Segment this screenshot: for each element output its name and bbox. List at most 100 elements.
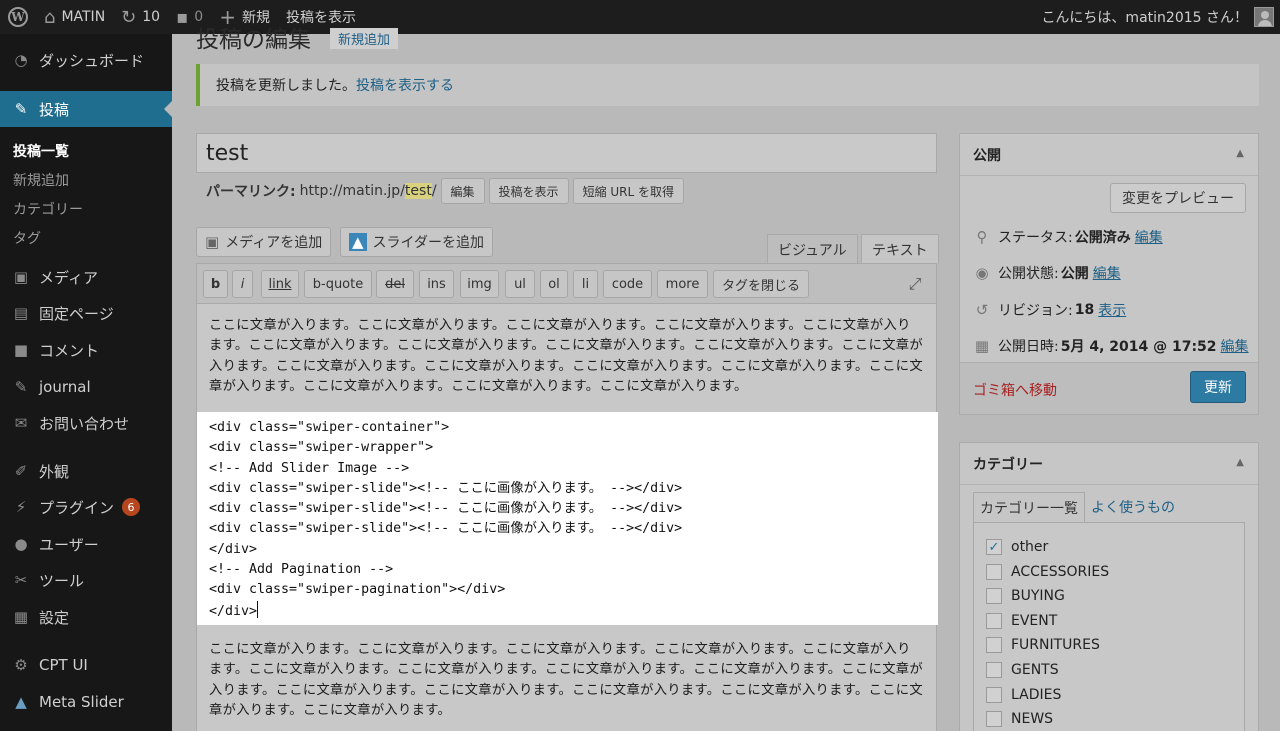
sidebar-item-posts[interactable]: ✎ 投稿 bbox=[0, 91, 172, 127]
site-name: MATIN bbox=[61, 9, 106, 25]
sidebar-item-settings[interactable]: ▦ 設定 bbox=[0, 599, 172, 635]
category-checklist: ✓ other ACCESSORIES BUYING EVENT FURNITUR… bbox=[973, 522, 1245, 731]
tab-most-used[interactable]: よく使うもの bbox=[1085, 492, 1181, 522]
qt-ins-button[interactable]: ins bbox=[419, 270, 454, 298]
qt-ul-button[interactable]: ul bbox=[505, 270, 535, 298]
category-item[interactable]: ✓ other bbox=[986, 537, 1048, 557]
sidebar-item-label: 設定 bbox=[39, 608, 70, 627]
qt-ol-button[interactable]: ol bbox=[540, 270, 568, 298]
add-new-button[interactable]: 新規追加 bbox=[330, 28, 399, 49]
submenu-categories[interactable]: カテゴリー bbox=[13, 199, 83, 219]
view-post-button[interactable]: 投稿を表示 bbox=[488, 178, 569, 204]
checkbox-checked[interactable]: ✓ bbox=[986, 539, 1002, 555]
sidebar-item-journal[interactable]: ✎ journal bbox=[0, 369, 172, 405]
add-media-label: メディアを追加 bbox=[225, 235, 323, 251]
checkbox[interactable] bbox=[986, 711, 1002, 727]
sidebar-item-pages[interactable]: ▤ 固定ページ bbox=[0, 295, 172, 331]
wp-logo-menu[interactable]: W bbox=[0, 0, 36, 34]
publish-box-header[interactable]: 公開 ▲ bbox=[960, 134, 1258, 176]
submenu-tags[interactable]: タグ bbox=[13, 228, 41, 248]
sidebar-item-label: 固定ページ bbox=[39, 304, 114, 323]
category-item[interactable]: BUYING bbox=[986, 586, 1065, 606]
sidebar-item-users[interactable]: ● ユーザー bbox=[0, 526, 172, 562]
move-to-trash-link[interactable]: ゴミ箱へ移動 bbox=[973, 380, 1057, 400]
checkbox[interactable] bbox=[986, 687, 1002, 703]
media-icon: ▣ bbox=[205, 233, 220, 251]
updates-count: 10 bbox=[142, 9, 161, 25]
sidebar-item-label: ツール bbox=[39, 571, 85, 590]
categories-box-header[interactable]: カテゴリー ▲ bbox=[960, 443, 1258, 485]
sidebar-item-tools[interactable]: ✂ ツール bbox=[0, 562, 172, 598]
qt-italic-button[interactable]: i bbox=[232, 270, 253, 298]
edit-permalink-button[interactable]: 編集 bbox=[440, 178, 485, 204]
updates-menu[interactable]: ↻ 10 bbox=[113, 0, 168, 34]
view-post-link[interactable]: 投稿を表示する bbox=[356, 75, 454, 95]
revisions-row: ↺ リビジョン: 18 表示 bbox=[972, 300, 1127, 320]
browse-revisions-link[interactable]: 表示 bbox=[1098, 300, 1126, 320]
checkbox[interactable] bbox=[986, 588, 1002, 604]
permalink-slug[interactable]: test bbox=[404, 183, 432, 199]
add-media-button[interactable]: ▣ メディアを追加 bbox=[196, 227, 332, 257]
add-slider-button[interactable]: ▲ スライダーを追加 bbox=[340, 227, 493, 257]
revisions-value: 18 bbox=[1074, 302, 1095, 318]
qt-more-button[interactable]: more bbox=[657, 270, 708, 298]
fullscreen-icon[interactable]: ⤢ bbox=[906, 274, 924, 293]
checkbox[interactable] bbox=[986, 662, 1002, 678]
qt-li-button[interactable]: li bbox=[573, 270, 598, 298]
update-button[interactable]: 更新 bbox=[1190, 371, 1246, 403]
calendar-icon: ▦ bbox=[974, 337, 990, 355]
category-item[interactable]: EVENT bbox=[986, 611, 1057, 631]
category-item[interactable]: FURNITURES bbox=[986, 635, 1100, 655]
avatar bbox=[1254, 7, 1274, 27]
checkbox[interactable] bbox=[986, 564, 1002, 580]
qt-code-button[interactable]: code bbox=[603, 270, 652, 298]
qt-blockquote-button[interactable]: b-quote bbox=[304, 270, 372, 298]
category-label: FURNITURES bbox=[1011, 637, 1100, 653]
code-line-text: </div> bbox=[209, 603, 258, 619]
edit-visibility-link[interactable]: 編集 bbox=[1093, 263, 1121, 283]
comment-icon: ▪ bbox=[176, 6, 189, 28]
content-textarea[interactable]: ここに文章が入ります。ここに文章が入ります。ここに文章が入ります。ここに文章が入… bbox=[196, 303, 938, 731]
collapse-arrow-icon[interactable]: ▲ bbox=[1236, 148, 1244, 159]
sidebar-item-cpt-ui[interactable]: ⚙ CPT UI bbox=[0, 647, 172, 683]
sidebar-item-plugins[interactable]: ⚡ プラグイン 6 bbox=[0, 489, 172, 525]
categories-box-title: カテゴリー bbox=[973, 456, 1043, 473]
category-item[interactable]: NEWS bbox=[986, 709, 1053, 729]
category-item[interactable]: GENTS bbox=[986, 660, 1059, 680]
sidebar-item-contact[interactable]: ✉ お問い合わせ bbox=[0, 405, 172, 441]
submenu-all-posts[interactable]: 投稿一覧 bbox=[13, 141, 69, 161]
preview-changes-button[interactable]: 変更をプレビュー bbox=[1110, 183, 1246, 213]
user-icon: ● bbox=[14, 535, 28, 553]
collapse-arrow-icon[interactable]: ▲ bbox=[1236, 457, 1244, 468]
qt-img-button[interactable]: img bbox=[460, 270, 499, 298]
qt-close-tags-button[interactable]: タグを閉じる bbox=[713, 270, 809, 298]
qt-del-button[interactable]: del bbox=[376, 270, 414, 298]
visibility-row: ◉ 公開状態: 公開 編集 bbox=[972, 263, 1121, 283]
publish-date-row: ▦ 公開日時: 5月 4, 2014 @ 17:52 編集 bbox=[972, 336, 1249, 356]
category-item[interactable]: LADIES bbox=[986, 685, 1061, 705]
sidebar-item-comments[interactable]: ■ コメント bbox=[0, 332, 172, 368]
sidebar-item-meta-slider[interactable]: ▲ Meta Slider bbox=[0, 684, 172, 720]
edit-status-link[interactable]: 編集 bbox=[1135, 227, 1163, 247]
site-name-menu[interactable]: ⌂ MATIN bbox=[36, 0, 113, 34]
sidebar-item-appearance[interactable]: ✐ 外観 bbox=[0, 453, 172, 489]
notice-text: 投稿を更新しました。 bbox=[216, 78, 356, 94]
tab-visual[interactable]: ビジュアル bbox=[767, 234, 858, 264]
submenu-add-new[interactable]: 新規追加 bbox=[13, 170, 69, 190]
qt-link-button[interactable]: link bbox=[261, 270, 299, 298]
tab-all-categories[interactable]: カテゴリー一覧 bbox=[973, 492, 1085, 522]
qt-bold-button[interactable]: b bbox=[203, 270, 228, 298]
code-line: <!-- Add Pagination --> bbox=[209, 562, 394, 578]
revisions-label: リビジョン: bbox=[998, 303, 1073, 319]
checkbox[interactable] bbox=[986, 637, 1002, 653]
edit-date-link[interactable]: 編集 bbox=[1221, 336, 1249, 356]
category-item[interactable]: ACCESSORIES bbox=[986, 562, 1109, 582]
sidebar-item-dashboard[interactable]: ◔ ダッシュボード bbox=[0, 42, 172, 78]
category-tabs: カテゴリー一覧 よく使うもの bbox=[973, 492, 1181, 522]
account-menu[interactable]: こんにちは、matin2015 さん！ bbox=[1041, 0, 1274, 34]
get-shortlink-button[interactable]: 短縮 URL を取得 bbox=[572, 178, 684, 204]
tab-text[interactable]: テキスト bbox=[861, 234, 939, 264]
post-title-input[interactable]: test bbox=[196, 133, 937, 173]
sidebar-item-media[interactable]: ▣ メディア bbox=[0, 259, 172, 295]
checkbox[interactable] bbox=[986, 613, 1002, 629]
